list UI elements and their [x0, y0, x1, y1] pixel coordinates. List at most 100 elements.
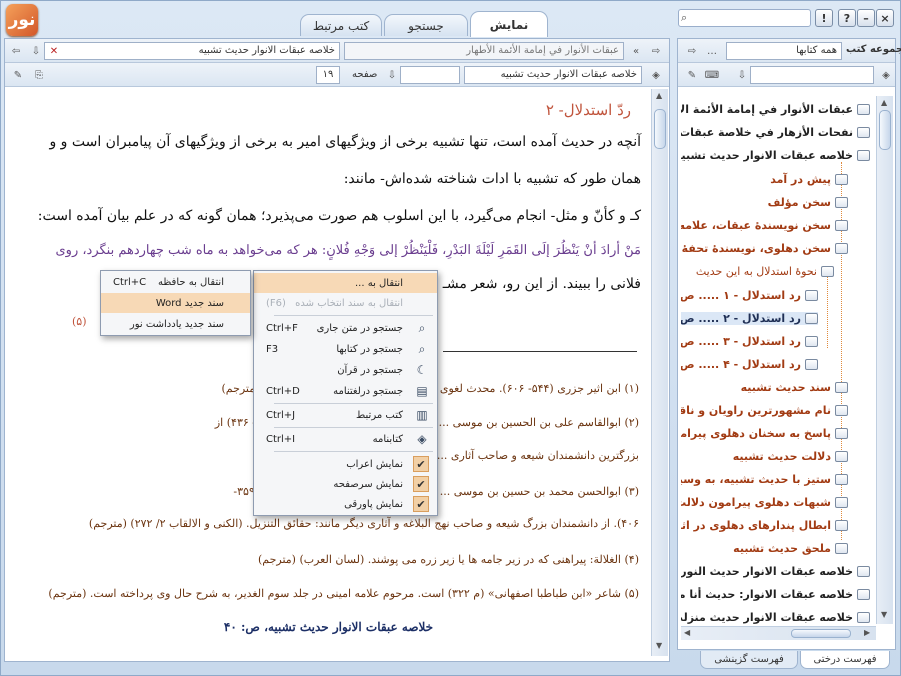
menu-item-search-quran[interactable]: ☾ جستجو در قرآن [254, 360, 437, 380]
tree-node[interactable]: سخن نويسندهٔ عبقات، علامه مير [681, 219, 848, 232]
page-search-field[interactable] [400, 66, 460, 84]
minimize-button[interactable]: – [857, 9, 875, 27]
tree-node[interactable]: نحوهٔ استدلال به اين حديث [696, 265, 834, 278]
submenu-item-new-noor-note[interactable]: سند جديد يادداشت نور [101, 314, 250, 334]
tab-display[interactable]: نمایش [470, 11, 548, 37]
close-tab-icon[interactable]: ✕ [46, 43, 62, 59]
tabs-scroll-icon[interactable]: « [628, 43, 644, 59]
tree-node[interactable]: پيش در آمد [770, 173, 848, 186]
tree-scrollbar[interactable]: ▲ ▼ [876, 96, 893, 624]
scroll-left-icon[interactable]: ◀ [684, 628, 690, 637]
wrench-icon[interactable]: ✎ [684, 67, 700, 83]
book-icon [835, 497, 848, 508]
tree-node[interactable]: سخن دهلوى، نويسندهٔ تحفهٔ اث [681, 242, 848, 255]
menu-item-show-diacritics[interactable]: ✔ نمايش اعراب [254, 454, 437, 474]
book-icon [835, 405, 848, 416]
down-arrow-icon[interactable]: ⇩ [734, 67, 750, 83]
menu-item-search-current-text[interactable]: ⌕ جستجو در متن جارى Ctrl+F [254, 318, 437, 338]
menu-item-shortcut: Ctrl+J [266, 409, 296, 421]
global-search-input[interactable]: ⌕ [678, 9, 811, 27]
tab-related-books[interactable]: کتب مرتبط [300, 14, 382, 36]
wrench-icon[interactable]: ✎ [10, 67, 26, 83]
menu-item-search-books[interactable]: ⌕ جستجو در كتابها F3 [254, 339, 437, 359]
menu-item-related-books[interactable]: ▥ كتب مرتبط Ctrl+J [254, 405, 437, 425]
page-footer: خلاصه عبقات الانوار حديث تشبيه، ص: ۴۰ [223, 620, 434, 634]
menu-item-search-dictionary[interactable]: ▤ جستجو درلغتنامه Ctrl+D [254, 381, 437, 401]
tree-node[interactable]: رد استدلال - ۴ ..... ص [681, 358, 818, 371]
tree-search-input[interactable] [750, 66, 874, 84]
page-number-field[interactable]: ۱۹ [316, 66, 340, 84]
tree-node[interactable]: ستيز با حديث تشبيه، به وسيلهٔ [681, 473, 848, 486]
scroll-right-icon[interactable]: ▶ [864, 628, 870, 637]
tab-search[interactable]: جستجو [384, 14, 468, 36]
tree-node[interactable]: خلاصه عبقات الانوار حديث تشبيه [681, 149, 870, 162]
back-arrow-icon[interactable]: ⇦ [8, 43, 24, 59]
scroll-down-icon[interactable]: ▼ [656, 641, 662, 650]
tree-node[interactable]: رد استدلال - ۳ ..... ص [681, 335, 818, 348]
menu-item-show-footnotes[interactable]: ✔ نمايش پاورقى [254, 494, 437, 514]
tree-node[interactable]: ملحق حديث تشبيه [733, 542, 848, 555]
tree-node-label: رد استدلال - ۳ ..... ص [681, 335, 801, 348]
tree-node[interactable]: شبهات دهلوى پيرامون دلالت ح [681, 496, 848, 509]
alert-icon: ! [821, 11, 827, 25]
tree-node-label: خلاصه عبقات الانوار حديث منزلت [681, 611, 853, 624]
keyboard-icon[interactable]: ⌨ [704, 67, 720, 83]
tree-node-selected[interactable]: رد استدلال - ۲ ..... ص [681, 312, 818, 325]
tree-node[interactable]: دلالت حديث تشبيه [733, 450, 848, 463]
scroll-down-icon[interactable]: ▼ [881, 610, 887, 619]
scroll-up-icon[interactable]: ▲ [656, 91, 662, 100]
down-arrow-icon[interactable]: ⇩ [28, 43, 44, 59]
hscrollbar-thumb[interactable] [791, 629, 851, 638]
tree-node[interactable]: سخن مؤلف [768, 196, 848, 209]
tree-node-label: سند حديث تشبيه [740, 381, 831, 394]
menu-item-shortcut: Ctrl+I [266, 433, 296, 445]
forward-arrow-icon[interactable]: ⇨ [684, 43, 700, 59]
tag-icon[interactable]: ◈ [648, 67, 664, 83]
tree-hscrollbar[interactable]: ◀ ▶ [681, 626, 876, 640]
document-tab-left[interactable]: خلاصه عبقات الانوار حديث تشبيه [44, 42, 340, 60]
export-icon[interactable]: ⎘ [31, 67, 47, 83]
menu-item-show-header[interactable]: ✔ نمايش سرصفحه [254, 474, 437, 494]
alert-button[interactable]: ! [815, 9, 833, 27]
more-icon[interactable]: … [704, 43, 720, 59]
tree-node[interactable]: رد استدلال - ۱ ..... ص [681, 289, 818, 302]
tree-line [827, 276, 828, 348]
close-button[interactable]: × [876, 9, 894, 27]
forward-arrow-icon[interactable]: ⇨ [648, 43, 664, 59]
tab-selective-index[interactable]: فهرست گزينشى [700, 651, 798, 669]
search-icon: ⌕ [681, 11, 688, 24]
tree-node[interactable]: ابطال پندارهاى دهلوى در اثبات [681, 519, 848, 532]
menu-item-move-to[interactable]: انتقال به ... [254, 273, 437, 293]
scroll-up-icon[interactable]: ▲ [881, 98, 887, 107]
submenu-item-new-word[interactable]: سند جديد Word [101, 293, 250, 313]
book-icon [857, 127, 870, 138]
tag-icon[interactable]: ◈ [878, 67, 894, 83]
tree-node[interactable]: خلاصه عبقات الانوار حديث منزلت [681, 611, 870, 624]
document-scrollbar[interactable]: ▲ ▼ [651, 89, 668, 656]
page-icon [835, 382, 848, 393]
page-dropdown-icon[interactable]: ⇩ [384, 67, 400, 83]
search-icon: ⌕ [418, 320, 426, 335]
tree-node[interactable]: خلاصه عبقات الانوار: حديث أنا مد [681, 588, 870, 601]
page-number-value: ۱۹ [322, 69, 334, 80]
tree-node[interactable]: نام مشهورترين راويان و ناقلان [681, 404, 848, 417]
scrollbar-thumb[interactable] [879, 110, 891, 150]
document-tab-right[interactable]: عبقات الأنوار في إمامة الأئمة الأطهار [344, 42, 624, 60]
tab-tree-index[interactable]: فهرست درختى [800, 651, 890, 669]
tree-node-label: پيش در آمد [770, 173, 831, 186]
tree-node-label: خلاصه عبقات الانوار حديث النور [681, 565, 853, 578]
tree-node[interactable]: پاسخ به سخنان دهلوى پيرامون [681, 427, 848, 440]
footnote: (۴) الغلالة: پيراهنى كه در زير جامه ها ي… [257, 553, 639, 566]
scrollbar-thumb[interactable] [654, 109, 666, 149]
tree-node[interactable]: سند حديث تشبيه [741, 381, 848, 394]
page-icon [805, 336, 818, 347]
help-button[interactable]: ? [838, 9, 856, 27]
book-select[interactable]: خلاصه عبقات الانوار حديث تشبيه [464, 66, 642, 84]
submenu-item-copy[interactable]: انتقال به حافظه Ctrl+C [101, 272, 250, 292]
tree-node[interactable]: عبقات الأنوار في إمامة الأئمة الأطه [681, 103, 870, 116]
tree-node[interactable]: خلاصه عبقات الانوار حديث النور [681, 565, 870, 578]
collection-select[interactable]: همه كتابها [726, 42, 842, 60]
tree-node-label: رد استدلال - ۲ ..... ص [681, 312, 801, 325]
menu-item-bibliography[interactable]: ◈ كتابنامه Ctrl+I [254, 429, 437, 449]
tree-node[interactable]: نفحات الأزهار في خلاصة عبقات الأ [681, 126, 870, 139]
